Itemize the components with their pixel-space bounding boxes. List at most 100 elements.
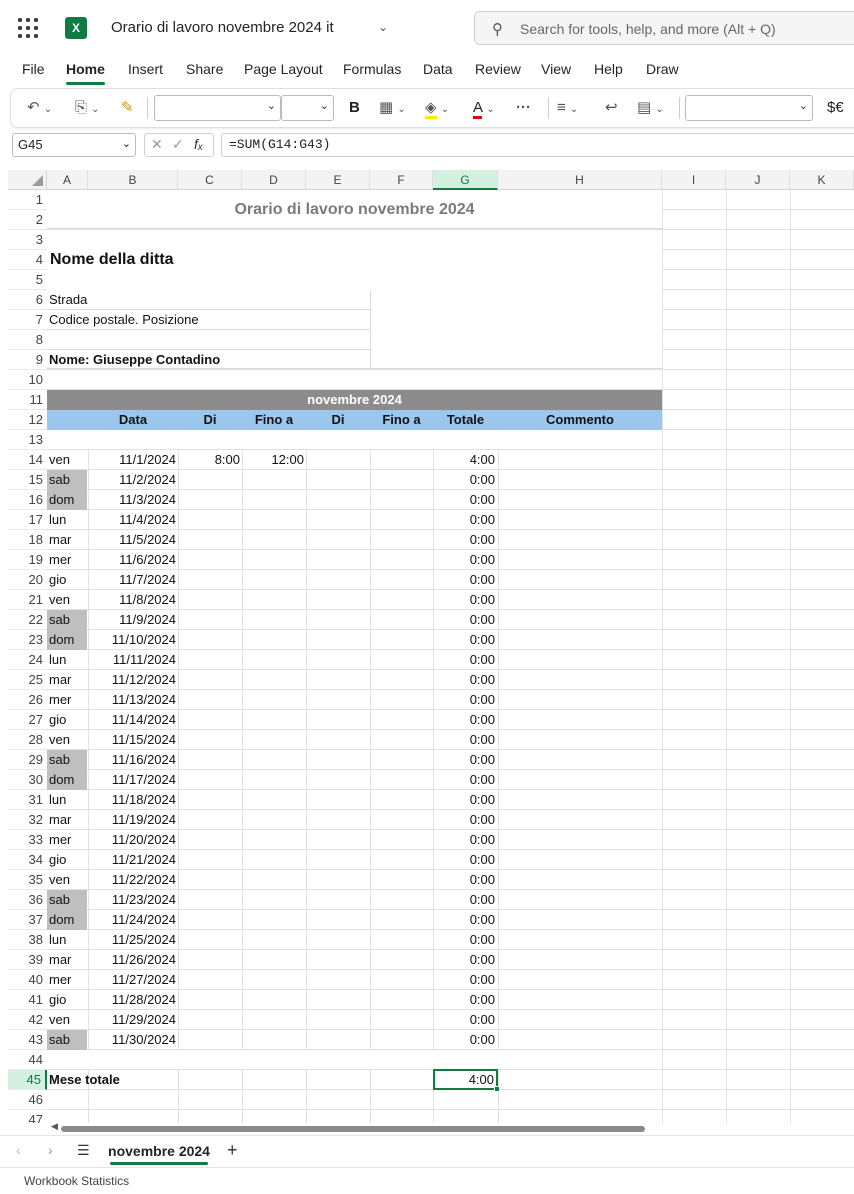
row-header-40[interactable]: 40 [8,970,47,990]
row-header-9[interactable]: 9 [8,350,47,370]
row-header-18[interactable]: 18 [8,530,47,550]
font-color-icon[interactable]: A ⌄ [473,89,495,127]
row-header-31[interactable]: 31 [8,790,47,810]
menu-home[interactable]: Home [66,61,105,77]
row-header-3[interactable]: 3 [8,230,47,250]
row-header-25[interactable]: 25 [8,670,47,690]
row-header-17[interactable]: 17 [8,510,47,530]
column-header-d[interactable]: D [242,170,306,190]
horizontal-scrollbar[interactable]: ◀ [47,1121,854,1135]
row-header-8[interactable]: 8 [8,330,47,350]
column-header-g[interactable]: G [433,170,498,190]
row-header-16[interactable]: 16 [8,490,47,510]
row-header-42[interactable]: 42 [8,1010,47,1030]
row-header-14[interactable]: 14 [8,450,47,470]
workbook-statistics[interactable]: Workbook Statistics [24,1174,129,1188]
row-header-2[interactable]: 2 [8,210,47,230]
row-header-30[interactable]: 30 [8,770,47,790]
row-header-23[interactable]: 23 [8,630,47,650]
chevron-down-icon[interactable]: ⌄ [378,20,388,34]
row-header-28[interactable]: 28 [8,730,47,750]
column-header-f[interactable]: F [370,170,433,190]
row-header-22[interactable]: 22 [8,610,47,630]
name-box[interactable]: G45 ⌄ [12,133,136,157]
menu-data[interactable]: Data [423,61,453,77]
cancel-icon[interactable]: ✕ [151,136,163,153]
column-header-i[interactable]: I [662,170,726,190]
column-header-k[interactable]: K [790,170,854,190]
currency-icon[interactable]: $€ [827,89,844,127]
row-header-10[interactable]: 10 [8,370,47,390]
row-header-5[interactable]: 5 [8,270,47,290]
menu-page-layout[interactable]: Page Layout [244,61,323,77]
row-header-39[interactable]: 39 [8,950,47,970]
row-header-34[interactable]: 34 [8,850,47,870]
menu-file[interactable]: File [22,61,45,77]
row-header-11[interactable]: 11 [8,390,47,410]
row-header-20[interactable]: 20 [8,570,47,590]
row-header-45[interactable]: 45 [8,1070,47,1090]
row-header-35[interactable]: 35 [8,870,47,890]
bold-button[interactable]: B [349,89,360,127]
row-header-43[interactable]: 43 [8,1030,47,1050]
row-header-46[interactable]: 46 [8,1090,47,1110]
row-header-38[interactable]: 38 [8,930,47,950]
selected-cell[interactable] [433,1069,498,1090]
row-header-19[interactable]: 19 [8,550,47,570]
row-header-12[interactable]: 12 [8,410,47,430]
enter-icon[interactable]: ✓ [172,136,184,153]
column-header-j[interactable]: J [726,170,790,190]
wrap-text-icon[interactable]: ↩ [605,89,618,127]
add-sheet-button[interactable]: + [227,1140,238,1161]
fill-color-icon[interactable]: ◈ ⌄ [425,89,449,127]
borders-icon[interactable]: ▦ ⌄ [379,89,406,127]
row-header-4[interactable]: 4 [8,250,47,270]
row-header-7[interactable]: 7 [8,310,47,330]
row-header-33[interactable]: 33 [8,830,47,850]
column-header-b[interactable]: B [88,170,178,190]
scroll-left-icon[interactable]: ◀ [51,1121,58,1132]
app-launcher-icon[interactable] [18,18,38,38]
menu-help[interactable]: Help [594,61,623,77]
row-header-6[interactable]: 6 [8,290,47,310]
more-icon[interactable]: ··· [516,89,531,127]
function-icon[interactable]: fₓ [194,136,203,152]
menu-review[interactable]: Review [475,61,521,77]
document-title[interactable]: Orario di lavoro novembre 2024 it [111,19,334,36]
select-all-corner[interactable] [8,170,47,190]
column-header-a[interactable]: A [47,170,88,190]
column-header-e[interactable]: E [306,170,370,190]
row-header-36[interactable]: 36 [8,890,47,910]
next-sheet-icon[interactable]: › [48,1142,53,1158]
row-header-37[interactable]: 37 [8,910,47,930]
menu-draw[interactable]: Draw [646,61,679,77]
search-input[interactable]: ⚲ Search for tools, help, and more (Alt … [474,11,854,45]
row-header-24[interactable]: 24 [8,650,47,670]
fill-handle[interactable] [494,1086,500,1092]
undo-icon[interactable]: ↶ ⌄ [27,89,52,127]
row-header-21[interactable]: 21 [8,590,47,610]
row-header-41[interactable]: 41 [8,990,47,1010]
paste-icon[interactable]: ⎘ ⌄ [75,89,100,127]
menu-insert[interactable]: Insert [128,61,163,77]
format-painter-icon[interactable]: ✎ [121,89,134,127]
spreadsheet-grid[interactable]: ABCDEFGHIJK 1 2 3 4 5 6 7 8 9 10 11 12 13 14 15 16 17 18 1… [0,170,854,1123]
sheet-tab-novembre[interactable]: novembre 2024 [100,1136,218,1168]
column-header-h[interactable]: H [498,170,662,190]
row-header-13[interactable]: 13 [8,430,47,450]
row-header-47[interactable]: 47 [8,1110,47,1123]
row-header-15[interactable]: 15 [8,470,47,490]
row-header-29[interactable]: 29 [8,750,47,770]
align-icon[interactable]: ≡ ⌄ [557,89,578,127]
prev-sheet-icon[interactable]: ‹ [16,1142,21,1158]
font-name-select[interactable]: ⌄ [154,95,281,121]
row-header-44[interactable]: 44 [8,1050,47,1070]
row-header-1[interactable]: 1 [8,190,47,210]
row-header-27[interactable]: 27 [8,710,47,730]
row-header-32[interactable]: 32 [8,810,47,830]
scrollbar-thumb[interactable] [61,1126,645,1132]
menu-formulas[interactable]: Formulas [343,61,401,77]
merge-icon[interactable]: ▤ ⌄ [637,89,664,127]
formula-input[interactable]: =SUM(G14:G43) [221,133,854,157]
menu-view[interactable]: View [541,61,571,77]
